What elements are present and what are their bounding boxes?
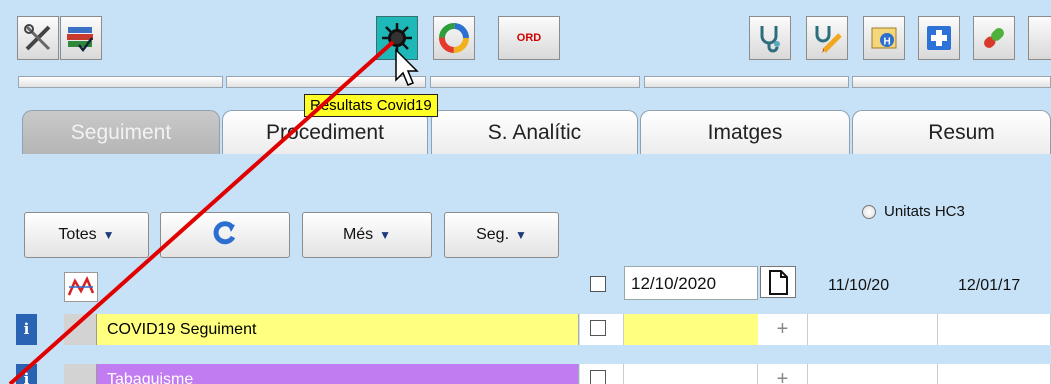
annotation-overlay	[8, 40, 419, 384]
annotation-line	[8, 40, 395, 384]
covid-app-window: ORD H Seguiment Procediment S. Analític …	[0, 0, 1051, 384]
mouse-cursor-icon	[395, 48, 419, 86]
